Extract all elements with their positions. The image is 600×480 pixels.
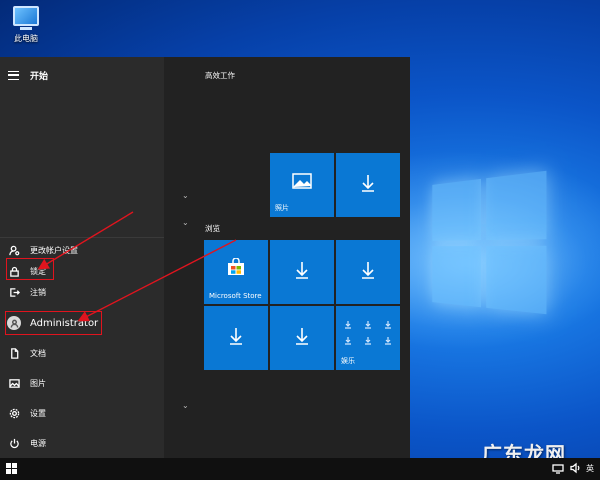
download-icon	[360, 173, 376, 193]
taskbar: 英	[0, 458, 600, 480]
photo-icon	[292, 173, 312, 193]
settings-label: 设置	[30, 408, 46, 418]
chevron-down-icon[interactable]: ⌄	[182, 191, 189, 200]
highlight-box-lock	[6, 258, 54, 280]
change-account-settings-label: 更改帐户设置	[30, 245, 78, 255]
windows-logo-wallpaper	[432, 169, 557, 326]
network-icon[interactable]	[552, 462, 564, 474]
download-icon	[384, 314, 392, 329]
windows-start-icon[interactable]	[6, 463, 18, 475]
download-icon	[294, 260, 310, 280]
desktop-icon-this-pc[interactable]: 此电脑	[6, 6, 46, 44]
download-icon	[384, 330, 392, 345]
rail-item-settings[interactable]: 设置	[0, 403, 164, 423]
sign-out-label: 注销	[30, 287, 46, 297]
tile-store-label: Microsoft Store	[209, 292, 262, 300]
tile-download[interactable]	[270, 240, 334, 304]
download-icon	[364, 314, 372, 329]
tile-download[interactable]	[270, 306, 334, 370]
system-tray: 英	[547, 462, 594, 474]
group-title-browse[interactable]: 浏览	[205, 223, 220, 234]
start-title: 开始	[30, 71, 49, 82]
tile-download[interactable]	[204, 306, 268, 370]
hamburger-menu-icon[interactable]	[8, 70, 19, 80]
power-icon	[7, 436, 21, 450]
tile-microsoft-store[interactable]: Microsoft Store	[204, 240, 268, 304]
volume-icon[interactable]	[569, 462, 581, 474]
download-icon	[344, 314, 352, 329]
download-icon	[228, 326, 244, 346]
sign-out-item[interactable]: 注销	[0, 282, 164, 302]
rail-item-pictures[interactable]: 图片	[0, 373, 164, 393]
tile-entertainment[interactable]: 娱乐	[336, 306, 400, 370]
rail-item-power[interactable]: 电源	[0, 433, 164, 453]
start-header[interactable]: 开始	[8, 67, 48, 83]
gear-icon	[7, 406, 21, 420]
pictures-label: 图片	[30, 378, 46, 388]
person-settings-icon	[7, 243, 21, 257]
chevron-down-icon[interactable]: ⌄	[182, 401, 189, 410]
sign-out-icon	[7, 285, 21, 299]
store-bag-icon	[227, 257, 245, 280]
power-label: 电源	[30, 438, 46, 448]
download-icon	[364, 330, 372, 345]
group-title-productivity[interactable]: 高效工作	[205, 70, 235, 81]
highlight-box-user	[5, 311, 102, 335]
picture-icon	[7, 376, 21, 390]
documents-label: 文档	[30, 348, 46, 358]
computer-icon	[13, 6, 39, 26]
change-account-settings-item[interactable]: 更改帐户设置	[0, 240, 164, 260]
tile-photos[interactable]: 照片	[270, 153, 334, 217]
chevron-down-icon[interactable]: ⌄	[182, 218, 189, 227]
desktop-icon-label: 此电脑	[14, 34, 38, 43]
tile-download[interactable]	[336, 153, 400, 217]
rail-item-documents[interactable]: 文档	[0, 343, 164, 363]
tile-download[interactable]	[336, 240, 400, 304]
download-icon	[360, 260, 376, 280]
start-menu: 开始 更改帐户设置 锁定 注销 Administrator 文档 图片 设置 电…	[0, 57, 410, 458]
tile-photos-label: 照片	[275, 204, 289, 212]
download-icon	[294, 326, 310, 346]
download-icon	[344, 330, 352, 345]
ime-indicator[interactable]: 英	[586, 463, 594, 474]
document-icon	[7, 346, 21, 360]
tile-entertainment-label: 娱乐	[341, 357, 355, 365]
